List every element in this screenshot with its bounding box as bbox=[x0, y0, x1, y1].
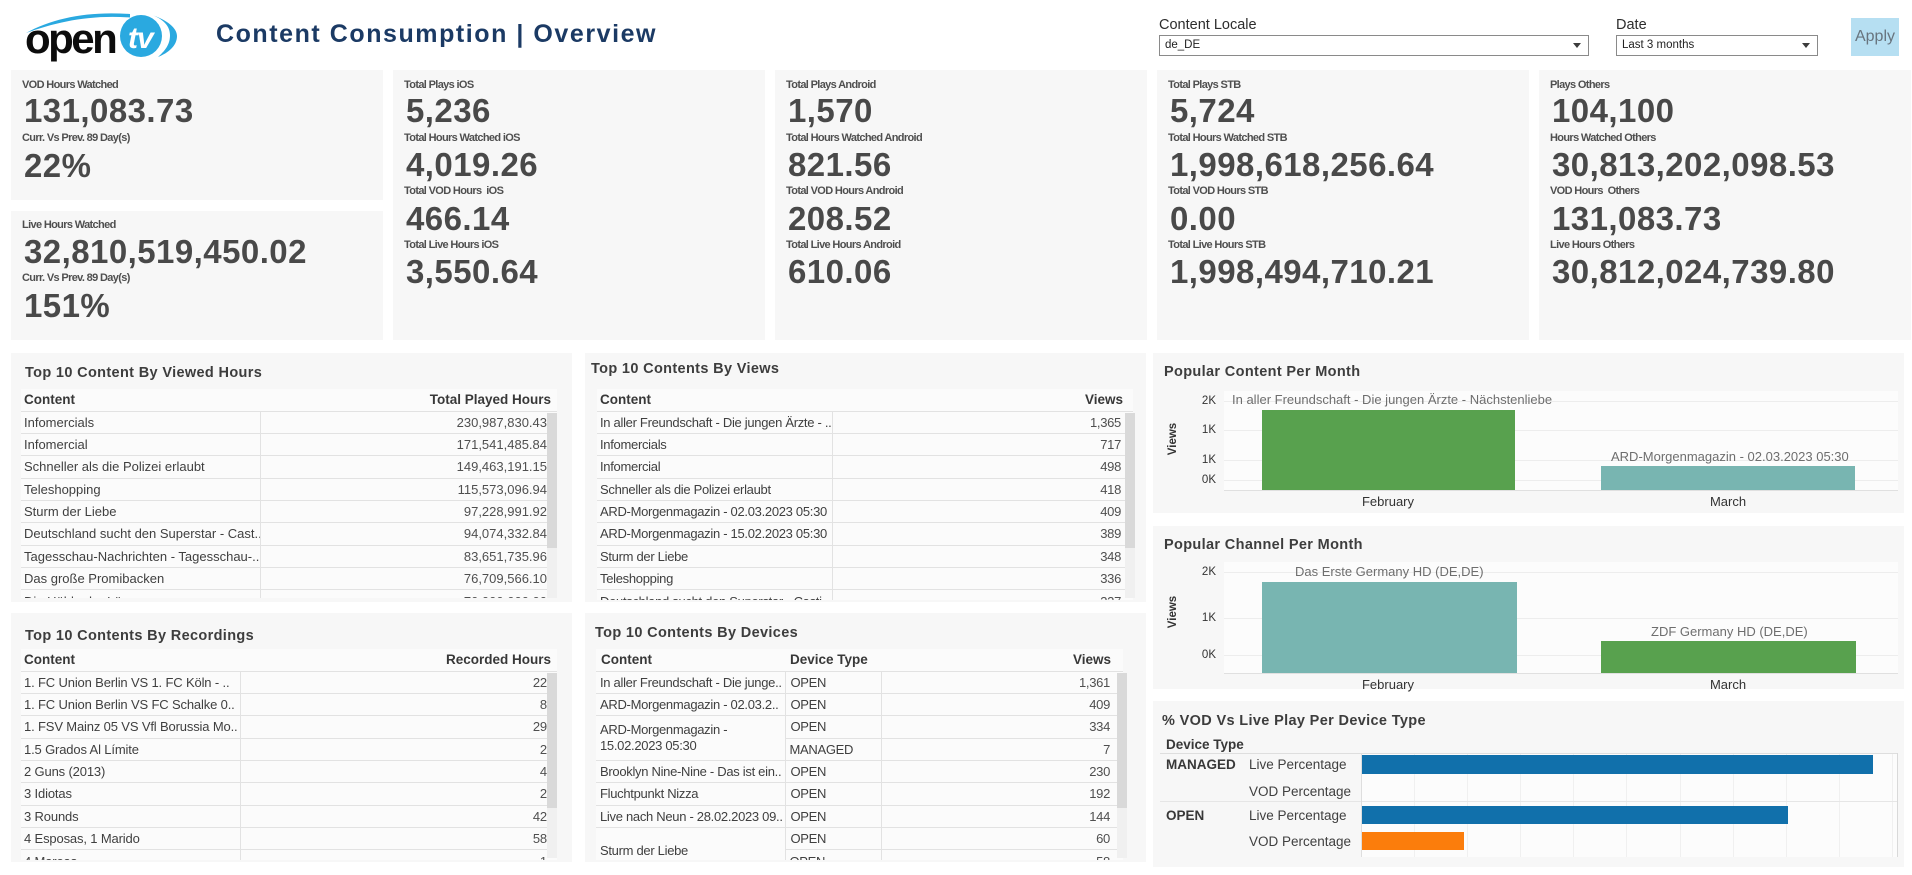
svg-text:tv: tv bbox=[128, 22, 156, 55]
svg-text:open: open bbox=[25, 15, 116, 62]
